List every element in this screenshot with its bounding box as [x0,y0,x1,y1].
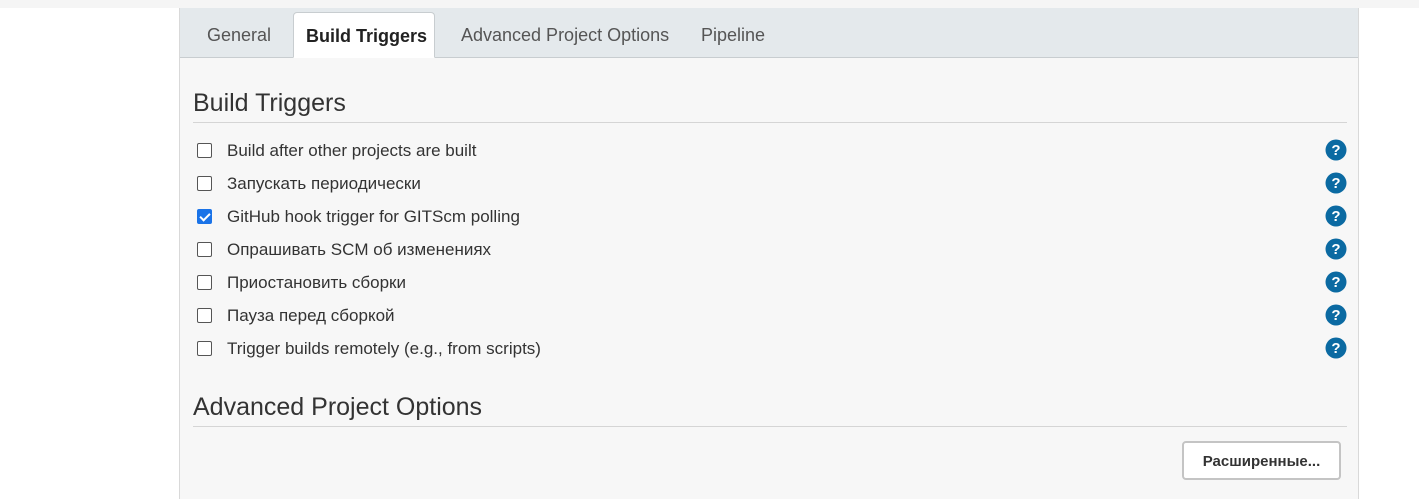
github-hook-label[interactable]: GitHub hook trigger for GITScm polling [227,202,520,232]
trigger-remotely-label[interactable]: Trigger builds remotely (e.g., from scri… [227,334,541,364]
svg-text:?: ? [1331,241,1340,258]
trigger-remotely-checkbox[interactable] [197,341,212,356]
question-circle-icon[interactable]: ? [1325,172,1347,194]
disable-builds-label[interactable]: Приостановить сборки [227,268,406,298]
question-circle-icon[interactable]: ? [1325,238,1347,260]
github-hook-checkbox[interactable] [197,209,212,224]
svg-text:?: ? [1331,340,1340,357]
top-strip [0,0,1419,8]
svg-text:?: ? [1331,274,1340,291]
trigger-row-github-hook: GitHub hook trigger for GITScm polling ? [197,202,1347,230]
trigger-row-poll-scm: Опрашивать SCM об изменениях ? [197,235,1347,263]
build-periodically-checkbox[interactable] [197,176,212,191]
trigger-row-trigger-remotely: Trigger builds remotely (e.g., from scri… [197,334,1347,362]
question-circle-icon[interactable]: ? [1325,304,1347,326]
build-periodically-label[interactable]: Запускать периодически [227,169,421,199]
trigger-row-quiet-period: Пауза перед сборкой ? [197,301,1347,329]
trigger-row-disable-builds: Приостановить сборки ? [197,268,1347,296]
question-circle-icon[interactable]: ? [1325,139,1347,161]
disable-builds-checkbox[interactable] [197,275,212,290]
poll-scm-checkbox[interactable] [197,242,212,257]
question-circle-icon[interactable]: ? [1325,205,1347,227]
svg-text:?: ? [1331,175,1340,192]
advanced-project-options-section-title: Advanced Project Options [193,393,1347,427]
question-circle-icon[interactable]: ? [1325,271,1347,293]
poll-scm-label[interactable]: Опрашивать SCM об изменениях [227,235,491,265]
question-circle-icon[interactable]: ? [1325,337,1347,359]
tab-pipeline[interactable]: Pipeline [701,18,765,58]
trigger-row-build-after-other-projects: Build after other projects are built ? [197,136,1347,164]
svg-text:?: ? [1331,208,1340,225]
svg-text:?: ? [1331,307,1340,324]
build-after-other-projects-label[interactable]: Build after other projects are built [227,136,476,166]
tab-build-triggers[interactable]: Build Triggers [293,12,435,58]
svg-text:?: ? [1331,142,1340,159]
quiet-period-checkbox[interactable] [197,308,212,323]
trigger-row-build-periodically: Запускать периодически ? [197,169,1347,197]
config-tabbar: General Build Triggers Advanced Project … [180,8,1358,58]
advanced-button[interactable]: Расширенные... [1182,441,1341,480]
build-triggers-section-title: Build Triggers [193,89,1347,123]
tab-advanced-project-options[interactable]: Advanced Project Options [461,18,669,58]
job-config-panel: General Build Triggers Advanced Project … [179,8,1359,499]
build-after-other-projects-checkbox[interactable] [197,143,212,158]
tab-general[interactable]: General [207,18,271,58]
quiet-period-label[interactable]: Пауза перед сборкой [227,301,395,331]
